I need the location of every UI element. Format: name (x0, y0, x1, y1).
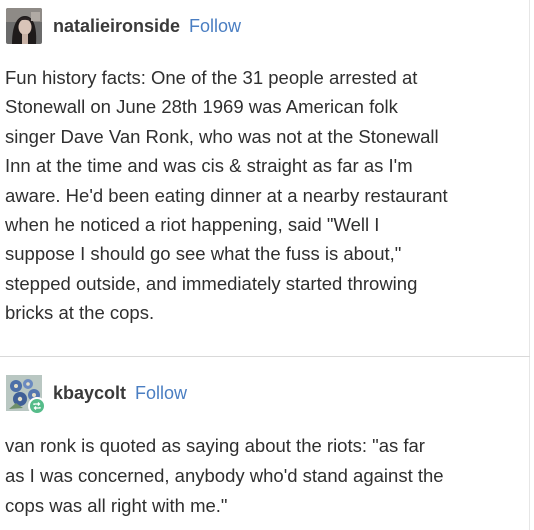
post-body-line: aware. He'd been eating dinner at a near… (5, 184, 448, 206)
post-body-line: Inn at the time and was cis & straight a… (5, 155, 413, 177)
follow-button[interactable]: Follow (135, 383, 187, 404)
post-header: kbaycolt Follow (6, 375, 187, 415)
post-body-line: suppose I should go see what the fuss is… (5, 243, 402, 265)
post-body-line: as I was concerned, anybody who'd stand … (5, 465, 444, 486)
post-body-line: van ronk is quoted as saying about the r… (5, 435, 425, 456)
post-body-line: singer Dave Van Ronk, who was not at the… (5, 125, 439, 147)
reblog-icon (28, 397, 46, 415)
avatar[interactable] (6, 375, 46, 415)
username[interactable]: natalieironside (53, 16, 180, 37)
post-body-line: bricks at the cops. (5, 302, 155, 324)
post-body-line: Stonewall on June 28th 1969 was American… (5, 96, 398, 118)
follow-button[interactable]: Follow (189, 16, 241, 37)
post-body-line: cops was all right with me." (5, 495, 228, 516)
post-header: natalieironside Follow (6, 8, 241, 44)
username[interactable]: kbaycolt (53, 383, 126, 404)
post-natalieironside: natalieironside Follow Fun history facts… (0, 0, 528, 356)
column-edge (529, 0, 530, 530)
post-body-line: Fun history facts: One of the 31 people … (5, 67, 418, 88)
profile-photo-avatar-icon (6, 8, 42, 44)
post-body-line: stepped outside, and immediately started… (5, 272, 418, 294)
avatar[interactable] (6, 8, 42, 44)
post-body: Fun history facts: One of the 31 people … (5, 63, 525, 328)
post-body: van ronk is quoted as saying about the r… (5, 431, 525, 521)
post-body-line: when he noticed a riot happening, said "… (5, 214, 380, 236)
post-kbaycolt: kbaycolt Follow van ronk is quoted as sa… (0, 357, 528, 530)
tumblr-post-screenshot: natalieironside Follow Fun history facts… (0, 0, 534, 530)
